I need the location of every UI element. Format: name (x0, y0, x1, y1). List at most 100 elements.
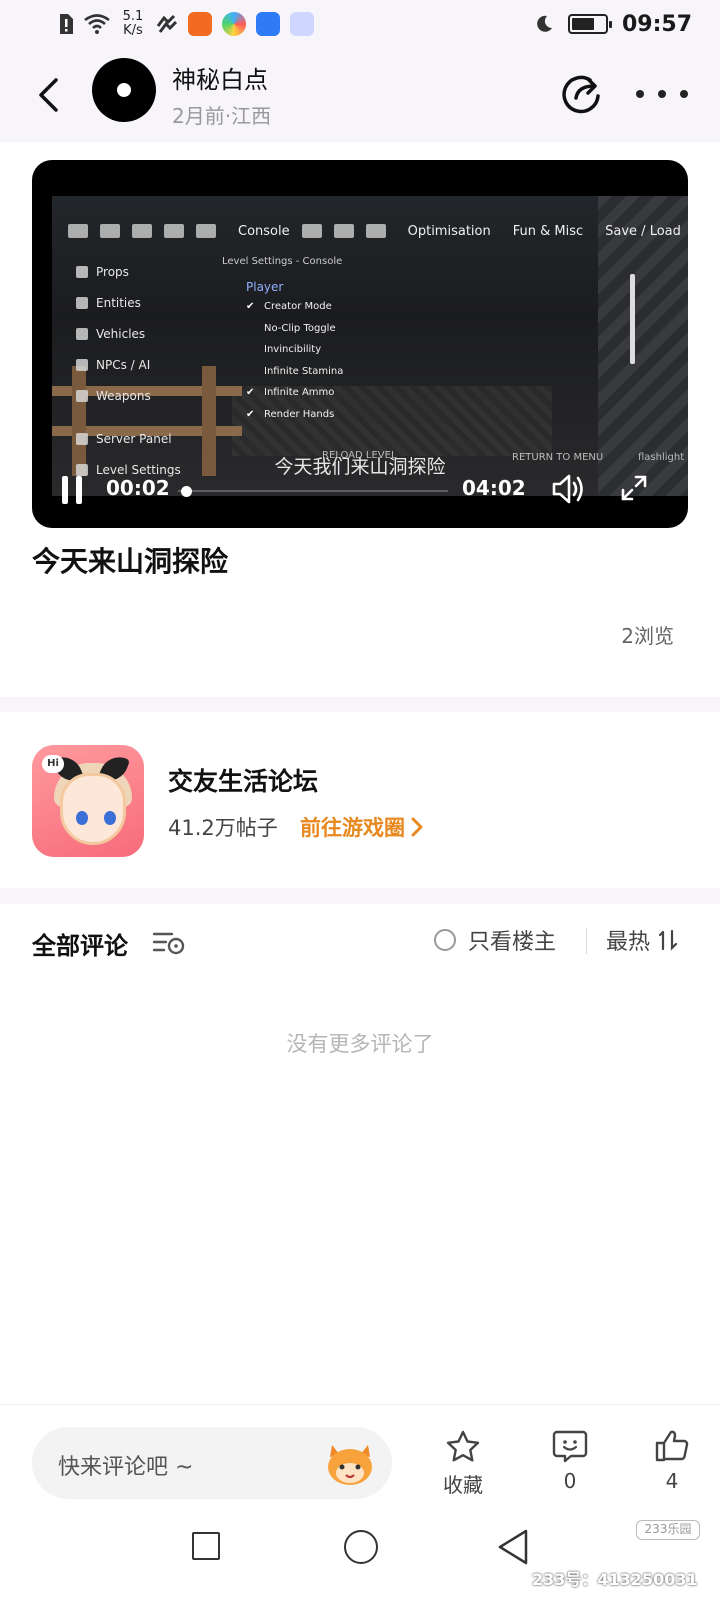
mascot-eye (104, 811, 116, 825)
like-button[interactable]: 4 (642, 1429, 702, 1493)
thumbs-up-icon (655, 1430, 689, 1462)
video-frame: Console Optimisation Fun & Misc Save / L… (52, 196, 688, 496)
only-owner-toggle[interactable]: 只看楼主 (434, 924, 556, 956)
network-speed: 5.1 K/s (120, 10, 146, 38)
no-more-comments: 没有更多评论了 (286, 1032, 434, 1056)
back-button[interactable] (30, 74, 66, 116)
hd-icon (156, 14, 178, 33)
network-speed-value: 5.1 (122, 9, 144, 24)
game-option-label: Infinite Stamina (264, 365, 344, 377)
comments-title: 全部评论 (32, 932, 128, 960)
status-bar: 5.1 K/s 09:57 (0, 0, 720, 48)
game-option: Infinite Stamina (246, 361, 343, 383)
more-dot-icon (636, 90, 644, 98)
video-current-time: 00:02 (106, 476, 170, 500)
game-fist-icon (164, 224, 184, 238)
battery-icon (567, 14, 612, 34)
game-scrollbar (630, 274, 635, 364)
post-header: 神秘白点 2月前·江西 (0, 52, 720, 142)
clock: 09:57 (621, 11, 692, 37)
more-dot-icon (658, 90, 666, 98)
app-icon-car (290, 12, 314, 36)
game-bag-icon (100, 224, 120, 238)
game-options: ✔ Creator Mode No-Clip Toggle Invincibility… (246, 296, 343, 425)
chevron-left-icon (39, 78, 58, 112)
recent-apps-button[interactable] (192, 1532, 220, 1560)
favorite-label: 收藏 (443, 1473, 483, 1497)
fullscreen-button[interactable] (620, 474, 648, 502)
sort-label: 最热 (606, 930, 651, 955)
comments-section: 全部评论 只看楼主 最热 没有更多评论了 (0, 904, 720, 1404)
back-triangle-icon[interactable] (496, 1528, 530, 1566)
comment-filter-button[interactable] (152, 928, 186, 956)
game-option-label: Creator Mode (264, 301, 332, 313)
system-navigation-bar: 233乐园 233号：413250031 (0, 1510, 720, 1600)
network-speed-unit: K/s (123, 23, 143, 38)
game-side-item: Server Panel (76, 423, 226, 454)
author-name[interactable]: 神秘白点 (172, 60, 268, 95)
chevron-right-icon (411, 817, 423, 837)
game-gun-icon (301, 224, 322, 238)
comment-button[interactable]: 0 (540, 1429, 600, 1493)
more-options-button[interactable] (636, 74, 688, 114)
game-side-item: Weapons (76, 380, 226, 411)
radio-icon[interactable] (434, 929, 456, 951)
game-tool-icon (196, 224, 216, 238)
only-owner-label: 只看楼主 (468, 930, 557, 955)
game-tab: Optimisation (407, 223, 491, 239)
game-side-item: Entities (76, 287, 226, 318)
video-progress-bar[interactable] (178, 486, 448, 497)
game-side-item: NPCs / AI (76, 349, 226, 380)
forum-app-icon[interactable]: Hi (32, 745, 144, 857)
video-player[interactable]: Console Optimisation Fun & Misc Save / L… (32, 160, 688, 528)
comment-input[interactable]: 快来评论吧 ~ (32, 1427, 392, 1499)
speaker-icon (552, 474, 583, 504)
checkmark-icon: ✔ (246, 387, 255, 399)
mascot-emoji-icon[interactable] (322, 1435, 378, 1489)
post-time-location: 2月前·江西 (172, 104, 272, 128)
game-tab: Save / Load (605, 223, 681, 239)
share-button[interactable] (560, 72, 604, 116)
home-button[interactable] (344, 1530, 378, 1564)
sort-button[interactable]: 最热 (606, 924, 680, 956)
favorite-button[interactable]: 收藏 (433, 1429, 493, 1498)
app-icon-blue (256, 12, 280, 36)
progress-track (178, 490, 448, 492)
moon-icon (537, 15, 552, 32)
sort-icon (658, 929, 678, 951)
game-section-title: Player (246, 280, 284, 294)
game-list-icon (68, 224, 88, 238)
checkmark-icon: ✔ (246, 408, 255, 420)
more-dot-icon (680, 90, 688, 98)
game-option: ✔ Render Hands (246, 404, 343, 426)
game-option-label: No-Clip Toggle (264, 322, 336, 334)
game-gun-icon (365, 224, 386, 238)
video-total-time: 04:02 (462, 476, 526, 500)
view-count: 2浏览 (621, 624, 674, 648)
checkmark-icon: ✔ (246, 301, 255, 313)
forum-name[interactable]: 交友生活论坛 (168, 762, 318, 798)
post-card: Console Optimisation Fun & Misc Save / L… (0, 142, 720, 697)
progress-knob[interactable] (181, 486, 192, 497)
bottom-action-bar: 快来评论吧 ~ 收藏 0 4 (0, 1404, 720, 1510)
forum-post-count: 41.2万帖子 (168, 816, 278, 840)
hi-badge: Hi (42, 755, 64, 773)
star-icon (446, 1430, 480, 1462)
go-to-game-circle-link[interactable]: 前往游戏圈 (300, 812, 423, 842)
avatar-dot (117, 83, 131, 97)
game-side-menu: Props Entities Vehicles NPCs / AI Weapon… (76, 256, 226, 485)
game-side-item: Props (76, 256, 226, 287)
game-option: ✔ Creator Mode (246, 296, 343, 318)
battery-level (571, 18, 594, 30)
watermark-id: 233号：413250031 (532, 1570, 698, 1589)
mascot-face (60, 773, 126, 845)
volume-button[interactable] (550, 472, 586, 506)
pause-button[interactable] (62, 476, 84, 506)
app-icon-orange (188, 12, 212, 36)
like-count: 4 (665, 1469, 679, 1493)
forum-card[interactable]: Hi 交友生活论坛 41.2万帖子 前往游戏圈 (0, 712, 720, 888)
author-avatar[interactable] (92, 58, 156, 122)
status-left: 5.1 K/s (60, 10, 534, 38)
game-option: No-Clip Toggle (246, 318, 343, 340)
watermark-logo: 233乐园 (636, 1520, 700, 1540)
